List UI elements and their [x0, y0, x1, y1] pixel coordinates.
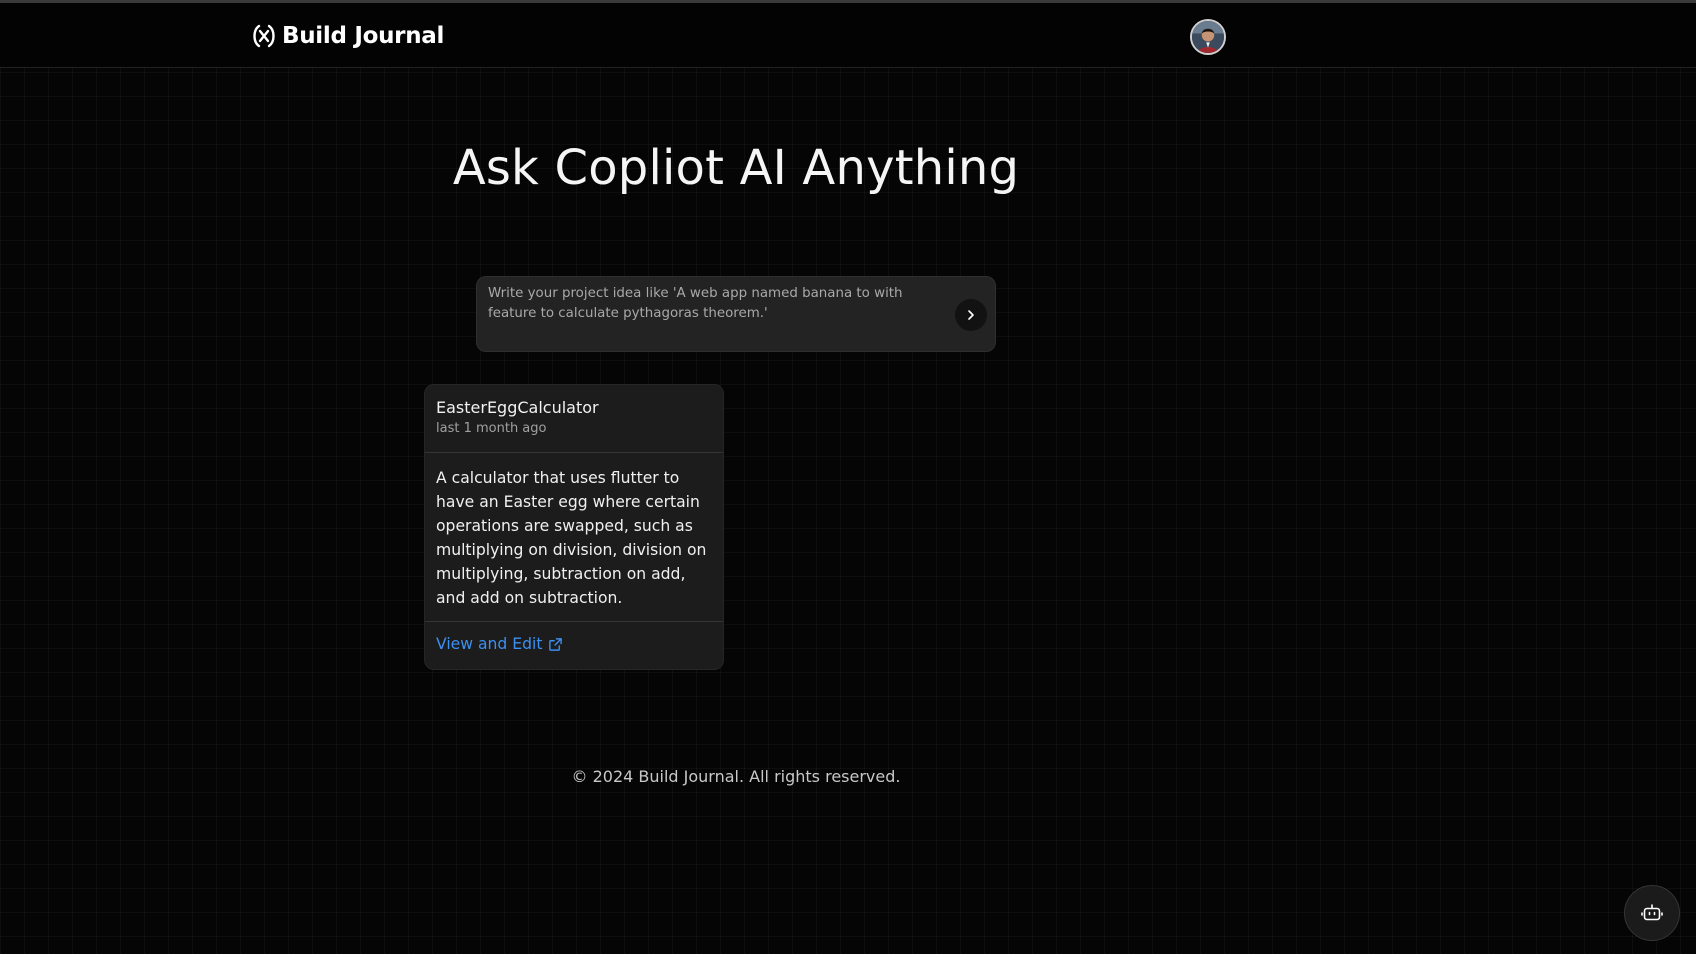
- prompt-box: [476, 276, 996, 352]
- project-card-header: EasterEggCalculator last 1 month ago: [425, 385, 723, 453]
- user-avatar[interactable]: [1190, 19, 1226, 55]
- view-and-edit-link[interactable]: View and Edit: [425, 622, 723, 653]
- logo-x-icon: [253, 24, 275, 48]
- logo-link[interactable]: Build Journal: [250, 21, 444, 51]
- page-title: Ask Copliot AI Anything: [452, 140, 1020, 196]
- project-title: EasterEggCalculator: [436, 398, 599, 417]
- external-link-icon: [549, 637, 563, 651]
- project-idea-input[interactable]: [488, 284, 950, 344]
- chat-assistant-button[interactable]: [1624, 885, 1680, 941]
- logo-text: Build Journal: [282, 23, 445, 49]
- footer-copyright: © 2024 Build Journal. All rights reserve…: [571, 767, 901, 786]
- top-nav: Build Journal: [0, 3, 1696, 68]
- send-button[interactable]: [955, 299, 987, 331]
- project-updated: last 1 month ago: [436, 421, 547, 436]
- project-description: A calculator that uses flutter to have a…: [425, 453, 723, 622]
- bot-icon: [1641, 904, 1663, 921]
- avatar-image: [1192, 21, 1224, 53]
- view-and-edit-label: View and Edit: [436, 635, 543, 653]
- project-card: EasterEggCalculator last 1 month ago A c…: [424, 384, 724, 670]
- chevron-right-icon: [968, 310, 974, 320]
